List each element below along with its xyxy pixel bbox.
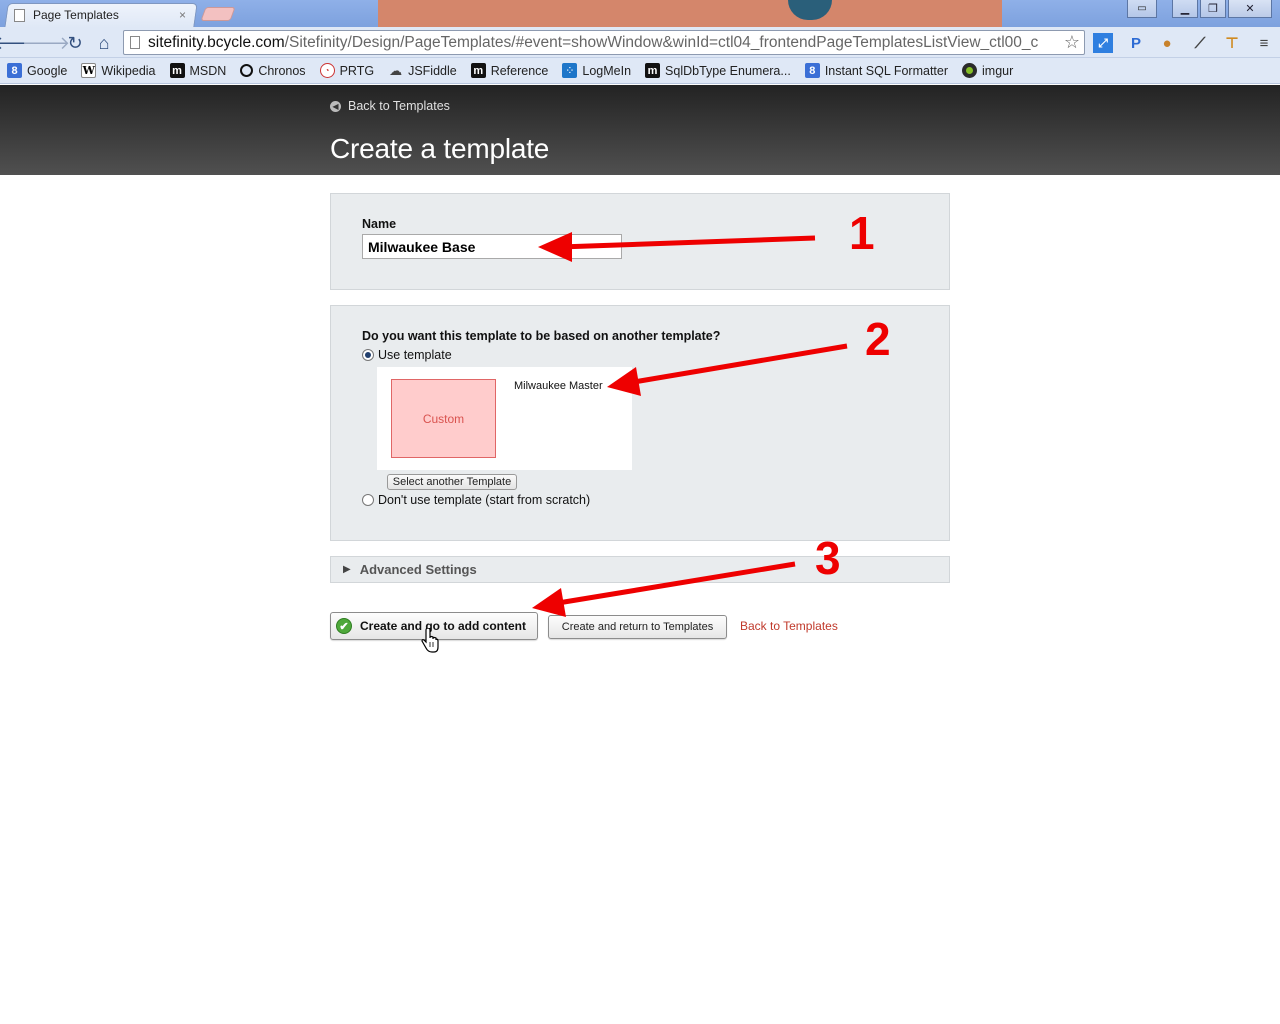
cookie-icon[interactable]: ● <box>1157 33 1177 53</box>
bookmark-label: Instant SQL Formatter <box>824 63 949 78</box>
name-label: Name <box>362 217 397 231</box>
bookmark-label: Chronos <box>258 63 306 78</box>
google-icon: 8 <box>7 63 22 78</box>
no-template-label: Don't use template (start from scratch) <box>378 493 591 507</box>
tab-title: Page Templates <box>33 8 119 22</box>
check-icon: ✔ <box>336 618 352 634</box>
bookmark-logmein[interactable]: ⁘ LogMeIn <box>562 63 631 78</box>
no-template-radio[interactable] <box>362 494 374 506</box>
page-icon <box>14 8 25 22</box>
create-and-add-content-label: Create and go to add content <box>360 619 527 633</box>
hand-cursor-icon <box>421 628 439 653</box>
template-question: Do you want this template to be based on… <box>362 329 721 343</box>
wikipedia-icon: W <box>81 63 97 78</box>
annotation-step-1: 1 <box>849 207 875 259</box>
bookmark-label: Reference <box>490 63 549 78</box>
bookmark-label: Wikipedia <box>101 63 156 78</box>
url-host: sitefinity.bcycle.com <box>148 33 285 51</box>
bookmark-jsfiddle[interactable]: ☁ JSFiddle <box>388 63 457 78</box>
jsfiddle-icon: ☁ <box>389 62 403 78</box>
bookmark-prtg[interactable]: ◔ PRTG <box>319 63 375 78</box>
bookmark-msdn[interactable]: m MSDN <box>169 63 227 78</box>
selected-template-name: Milwaukee Master <box>514 380 603 392</box>
back-to-templates-top-link[interactable]: ◀ Back to Templates <box>330 99 450 113</box>
advanced-settings-label: Advanced Settings <box>359 562 477 577</box>
browser-tab-content[interactable]: Page Templates × <box>14 6 194 24</box>
msdn-icon: m <box>169 63 185 78</box>
bookmark-label: imgur <box>982 63 1014 78</box>
back-to-templates-label: Back to Templates <box>348 99 450 113</box>
imgur-icon <box>962 63 978 78</box>
bookmark-label: JSFiddle <box>408 63 457 78</box>
bookmark-label: LogMeIn <box>582 63 632 78</box>
create-and-return-button[interactable]: Create and return to Templates <box>548 615 727 639</box>
home-icon[interactable]: ⌂ <box>92 31 116 55</box>
window-titlebar: Page Templates × ▭ ▁ ❐ ✕ <box>0 0 1280 27</box>
name-input[interactable] <box>362 234 622 259</box>
bookmark-chronos[interactable]: Chronos <box>240 63 306 78</box>
use-template-option[interactable]: Use template <box>362 348 452 362</box>
template-thumbnail: Custom <box>391 379 496 458</box>
extension-expand-icon[interactable]: ⤢ <box>1093 33 1113 53</box>
new-tab-button[interactable] <box>200 7 236 21</box>
bookmarks-bar: 8 Google W Wikipedia m MSDN Chronos ◔ PRTG ☁… <box>0 58 1280 84</box>
template-panel: Do you want this template to be based on… <box>330 305 950 541</box>
select-another-template-button[interactable]: Select another Template <box>387 474 517 490</box>
expand-triangle-icon: ▶ <box>343 564 351 575</box>
bookmark-instant-sql[interactable]: 8 Instant SQL Formatter <box>804 63 949 78</box>
bookmark-label: PRTG <box>339 63 375 78</box>
bookmark-reference[interactable]: m Reference <box>470 63 549 78</box>
tab-close-icon[interactable]: × <box>179 8 186 22</box>
back-to-templates-link[interactable]: Back to Templates <box>740 619 838 633</box>
url-path: /Sitefinity/Design/PageTemplates/#event=… <box>284 33 1039 51</box>
no-template-option[interactable]: Don't use template (start from scratch) <box>362 493 590 507</box>
chronos-icon <box>240 64 254 77</box>
back-circle-icon: ◀ <box>330 100 341 112</box>
page-info-icon[interactable] <box>130 36 140 49</box>
prtg-icon: ◔ <box>319 63 335 78</box>
bookmark-google[interactable]: 8 Google <box>7 63 67 78</box>
extension-p-icon[interactable]: P <box>1126 33 1146 53</box>
minimize-icon[interactable]: ▁ <box>1172 0 1198 18</box>
use-template-label: Use template <box>378 348 452 362</box>
template-preview: Custom Milwaukee Master <box>377 367 632 470</box>
ruler-icon[interactable]: ⊤ <box>1222 33 1242 53</box>
reload-icon[interactable]: ↻ <box>63 31 87 55</box>
wallpaper-shape <box>788 0 832 20</box>
logmein-icon: ⁘ <box>562 63 578 78</box>
google-icon: 8 <box>804 63 820 78</box>
page-header: ◀ Back to Templates Create a template <box>0 85 1280 175</box>
forward-arrow-icon[interactable]: 🡒 <box>22 31 70 55</box>
bookmark-label: Google <box>27 63 68 78</box>
restore-icon[interactable]: ❐ <box>1200 0 1226 18</box>
reference-icon: m <box>470 63 486 78</box>
desktop-wallpaper <box>378 0 1002 27</box>
browser-toolbar: 🡐 🡒 ↻ ⌂ sitefinity.bcycle.com/Sitefinity… <box>0 27 1280 58</box>
bookmark-wikipedia[interactable]: W Wikipedia <box>81 63 156 78</box>
bookmark-sqldbtype[interactable]: m SqlDbType Enumera... <box>645 63 791 78</box>
bookmark-label: SqlDbType Enumera... <box>665 63 791 78</box>
window-controls: ▁ ❐ ✕ <box>1170 0 1272 19</box>
address-bar[interactable]: sitefinity.bcycle.com/Sitefinity/Design/… <box>123 30 1085 55</box>
close-window-icon[interactable]: ✕ <box>1228 0 1272 18</box>
eyedropper-icon[interactable]: ⟋ <box>1190 33 1210 53</box>
bookmark-imgur[interactable]: imgur <box>962 63 1013 78</box>
use-template-radio[interactable] <box>362 349 374 361</box>
annotation-step-2: 2 <box>865 313 891 365</box>
advanced-settings-toggle[interactable]: ▶ Advanced Settings <box>330 556 950 583</box>
page-title: Create a template <box>330 133 550 164</box>
profile-icon[interactable]: ▭ <box>1127 0 1157 18</box>
thumbnail-label: Custom <box>422 411 465 426</box>
menu-icon[interactable]: ≡ <box>1254 33 1274 53</box>
bookmark-label: MSDN <box>189 63 227 78</box>
bookmark-star-icon[interactable]: ☆ <box>1063 32 1080 53</box>
annotation-step-3: 3 <box>815 532 841 584</box>
msdn-icon: m <box>645 63 661 78</box>
